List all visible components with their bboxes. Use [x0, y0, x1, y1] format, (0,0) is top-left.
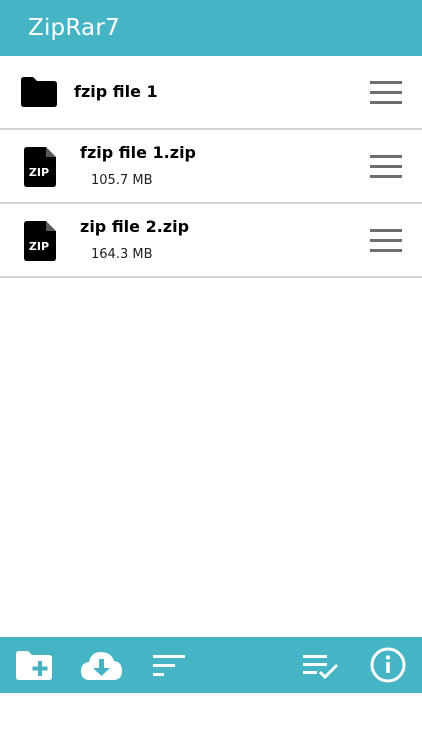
new-folder-button[interactable]	[14, 646, 54, 688]
file-size: 164.3 MB	[91, 247, 153, 262]
info-icon	[370, 647, 406, 683]
zip-file-icon: ZIP	[24, 221, 56, 265]
app-title: ZipRar7	[28, 15, 120, 41]
zip-badge-label: ZIP	[29, 166, 49, 179]
list-item-folder[interactable]: fzip file 1	[0, 56, 422, 130]
file-size: 105.7 MB	[91, 173, 153, 188]
app-header: ZipRar7	[0, 0, 422, 56]
item-menu-button[interactable]	[366, 227, 410, 255]
zip-file-icon: ZIP	[24, 147, 56, 191]
zip-badge-label: ZIP	[29, 240, 49, 253]
sort-icon	[153, 655, 185, 676]
item-menu-button[interactable]	[366, 79, 410, 107]
file-list: fzip file 1 ZIP fzip file 1.zip 105.7 MB	[0, 56, 422, 278]
bottom-toolbar	[0, 637, 422, 693]
item-menu-button[interactable]	[366, 153, 410, 181]
cloud-download-icon	[81, 652, 122, 680]
list-item-zip[interactable]: ZIP zip file 2.zip 164.3 MB	[0, 204, 422, 278]
info-button[interactable]	[368, 646, 408, 688]
file-name: zip file 2.zip	[80, 217, 190, 236]
select-button[interactable]	[300, 646, 342, 688]
folder-plus-icon	[16, 651, 52, 680]
file-name: fzip file 1.zip	[80, 143, 197, 162]
file-name: fzip file 1	[74, 82, 158, 101]
cloud-download-button[interactable]	[78, 646, 124, 688]
sort-button[interactable]	[150, 646, 188, 688]
checklist-icon	[303, 655, 339, 680]
list-item-zip[interactable]: ZIP fzip file 1.zip 105.7 MB	[0, 130, 422, 204]
folder-icon	[20, 76, 58, 112]
